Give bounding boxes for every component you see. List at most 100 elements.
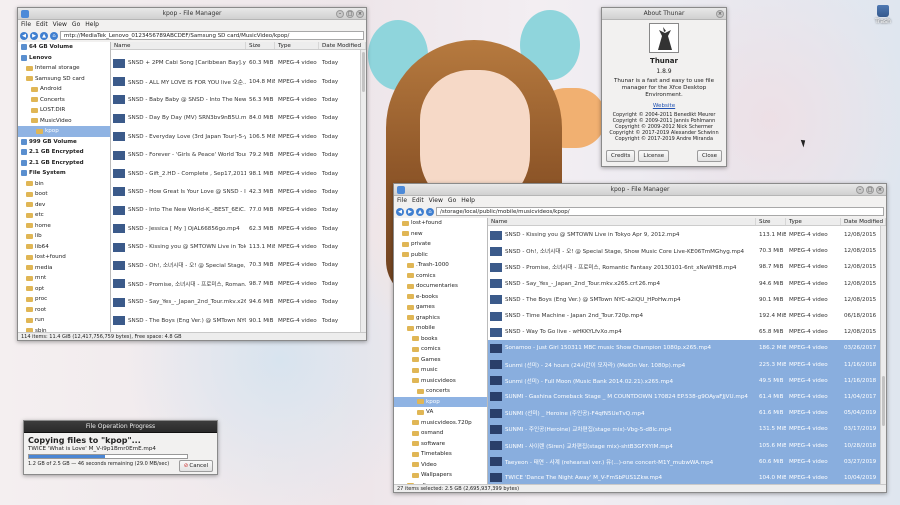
titlebar[interactable]: kpop - File Manager – □ × — [394, 184, 886, 196]
location-bar[interactable]: mtp://MediaTek_Lenovo_0123456789ABCDEF/S… — [60, 31, 364, 40]
table-row[interactable]: Taeyeon - 태연 - 사계 (rehearsal ver.) 유(...… — [488, 453, 880, 470]
column-type[interactable]: Type — [786, 218, 841, 225]
table-row[interactable]: SNSD - ALL MY LOVE IS FOR YOU live 오순...… — [111, 72, 360, 90]
minimize-button[interactable]: – — [856, 186, 864, 194]
sidebar-item[interactable]: Concerts — [18, 95, 110, 106]
table-row[interactable]: Sunmi (선미) - 24 hours (24시간이 모자라) (MelOn… — [488, 356, 880, 373]
location-bar[interactable]: /storage/local/public/mobile/musicvideos… — [436, 207, 884, 216]
menu-view[interactable]: View — [53, 21, 67, 29]
table-row[interactable]: SNSD - The Boys (Eng Ver.) @ SMTown NYC-… — [488, 292, 880, 308]
sidebar-item[interactable]: lib — [18, 231, 110, 242]
vertical-scrollbar[interactable] — [360, 50, 366, 332]
forward-arrow-icon[interactable]: ▶ — [406, 207, 414, 216]
back-arrow-icon[interactable]: ◀ — [396, 207, 404, 216]
trash-desktop-icon[interactable]: Trash — [874, 5, 892, 25]
table-row[interactable]: SNSD - Promise, 소녀시대 - 프로미스, Romantic Fa… — [488, 259, 880, 275]
table-row[interactable]: TWICE 'Dance The Night Away' M_V-FmSbPUS… — [488, 469, 880, 484]
table-row[interactable]: SNSD - Into The New World-K_-BEST_6EiC..… — [111, 201, 360, 219]
back-arrow-icon[interactable]: ◀ — [20, 31, 28, 40]
column-size[interactable]: Size — [756, 218, 786, 225]
sidebar-item[interactable]: MusicVideo — [18, 116, 110, 127]
table-row[interactable]: Sunmi (선미) - Full Moon (Music Bank 2014.… — [488, 372, 880, 389]
sidebar-item[interactable]: games — [394, 302, 487, 313]
up-arrow-icon[interactable]: ▲ — [40, 31, 48, 40]
sidebar-item[interactable]: concerts — [394, 386, 487, 397]
menu-edit[interactable]: Edit — [412, 197, 424, 205]
dialog-titlebar[interactable]: File Operation Progress — [24, 421, 217, 433]
table-row[interactable]: SNSD - Forever - 'Girls & Peace' World T… — [111, 146, 360, 164]
sidebar-item[interactable]: mnt — [18, 273, 110, 284]
website-link[interactable]: Website — [602, 103, 726, 109]
table-row[interactable]: SUNMI - 사이렌 (Siren) 교차편집(stage mix)-shtB… — [488, 437, 880, 454]
table-row[interactable]: SNSD - The Boys (Eng Ver.) @ SMTown NYC.… — [111, 311, 360, 329]
sidebar-item[interactable]: opt — [18, 284, 110, 295]
sidebar-item[interactable]: private — [394, 239, 487, 250]
table-row[interactable]: SNSD - Kissing you @ SMTOWN Live in Tok.… — [111, 238, 360, 256]
table-row[interactable]: SNSD - How Great Is Your Love @ SNSD - I… — [111, 183, 360, 201]
table-row[interactable]: Sonamoo - Just Girl 150311 MBC music Sho… — [488, 340, 880, 357]
table-row[interactable]: SNSD - Say_Yes_-_Japan_2nd_Tour.mkv.x26.… — [111, 293, 360, 311]
table-row[interactable]: SNSD - Say_Yes_-_Japan_2nd_Tour.mkv.x265… — [488, 276, 880, 292]
sidebar-item[interactable]: e-books — [394, 292, 487, 303]
sidebar-item[interactable]: books — [394, 334, 487, 345]
close-button[interactable]: × — [716, 10, 724, 18]
menu-help[interactable]: Help — [85, 21, 99, 29]
sidebar-item[interactable]: bin — [18, 179, 110, 190]
column-date[interactable]: Date Modified — [319, 42, 366, 49]
sidebar-item[interactable]: osmand — [394, 428, 487, 439]
column-name[interactable]: Name — [111, 42, 246, 49]
table-row[interactable]: SNSD - Oh!, 소녀시대 - 오! @ Special Stage, S… — [111, 256, 360, 274]
column-type[interactable]: Type — [275, 42, 319, 49]
sidebar-item[interactable]: Timetables — [394, 449, 487, 460]
sidebar-item[interactable]: musicvideos — [394, 376, 487, 387]
sidebar-item[interactable]: File System — [18, 168, 110, 179]
close-button[interactable]: × — [356, 10, 364, 18]
column-size[interactable]: Size — [246, 42, 275, 49]
menu-edit[interactable]: Edit — [36, 21, 48, 29]
sidebar-item[interactable]: lost+found — [18, 252, 110, 263]
sidebar-item[interactable]: media — [18, 263, 110, 274]
menu-file[interactable]: File — [21, 21, 31, 29]
up-arrow-icon[interactable]: ▲ — [416, 207, 424, 216]
license-button[interactable]: License — [638, 150, 670, 162]
sidebar-item[interactable]: kpop — [18, 126, 110, 137]
table-row[interactable]: SNSD - Promise, 소녀시대 - 프로미스, Roman... 98.… — [111, 275, 360, 293]
forward-arrow-icon[interactable]: ▶ — [30, 31, 38, 40]
sidebar-item[interactable]: 999 GB Volume — [18, 137, 110, 148]
menu-go[interactable]: Go — [72, 21, 80, 29]
sidebar-item[interactable]: comics — [394, 344, 487, 355]
menu-help[interactable]: Help — [461, 197, 475, 205]
menu-go[interactable]: Go — [448, 197, 456, 205]
sidebar-item[interactable]: Samsung SD card — [18, 74, 110, 85]
sidebar-item[interactable]: proc — [18, 294, 110, 305]
vertical-scrollbar[interactable] — [880, 226, 886, 484]
titlebar[interactable]: kpop - File Manager – □ × — [18, 8, 366, 20]
sidebar-item[interactable]: 2.1 GB Encrypted — [18, 147, 110, 158]
sidebar-item[interactable]: VA — [394, 407, 487, 418]
table-row[interactable]: SNSD - Baby Baby @ SNSD - Into The New..… — [111, 91, 360, 109]
cancel-button[interactable]: ⊘ Cancel — [178, 460, 213, 472]
table-row[interactable]: SUNMI - 주인공(Heroine) 교차편집(stage mix)-Vbg… — [488, 421, 880, 438]
sidebar-item[interactable]: software — [394, 439, 487, 450]
home-icon[interactable]: ⌂ — [50, 31, 58, 40]
sidebar-item[interactable]: run — [18, 315, 110, 326]
sidebar-item[interactable]: public — [394, 250, 487, 261]
sidebar-item[interactable]: musicvideos.720p — [394, 418, 487, 429]
sidebar-item[interactable]: LOST.DIR — [18, 105, 110, 116]
sidebar-item[interactable]: 2.1 GB Encrypted — [18, 158, 110, 169]
close-button[interactable]: × — [876, 186, 884, 194]
sidebar-item[interactable]: new — [394, 229, 487, 240]
close-dialog-button[interactable]: Close — [697, 150, 722, 162]
sidebar-item[interactable]: Games — [394, 355, 487, 366]
table-row[interactable]: SNSD - Way To Go live - wHKKYLfvXo.mp4 65… — [488, 324, 880, 340]
maximize-button[interactable]: □ — [346, 10, 354, 18]
home-icon[interactable]: ⌂ — [426, 207, 434, 216]
sidebar-item[interactable]: documentaries — [394, 281, 487, 292]
sidebar-item[interactable]: lib64 — [18, 242, 110, 253]
table-row[interactable]: SNSD - Everyday Love (3rd Japan Tour)-5-… — [111, 128, 360, 146]
column-name[interactable]: Name — [488, 218, 756, 225]
sidebar-item[interactable]: comics — [394, 271, 487, 282]
dialog-titlebar[interactable]: About Thunar × — [602, 8, 726, 20]
table-row[interactable]: SNSD - Time Machine - Japan 2nd_Tour.720… — [488, 308, 880, 324]
sidebar-item[interactable]: .Trash-1000 — [394, 260, 487, 271]
